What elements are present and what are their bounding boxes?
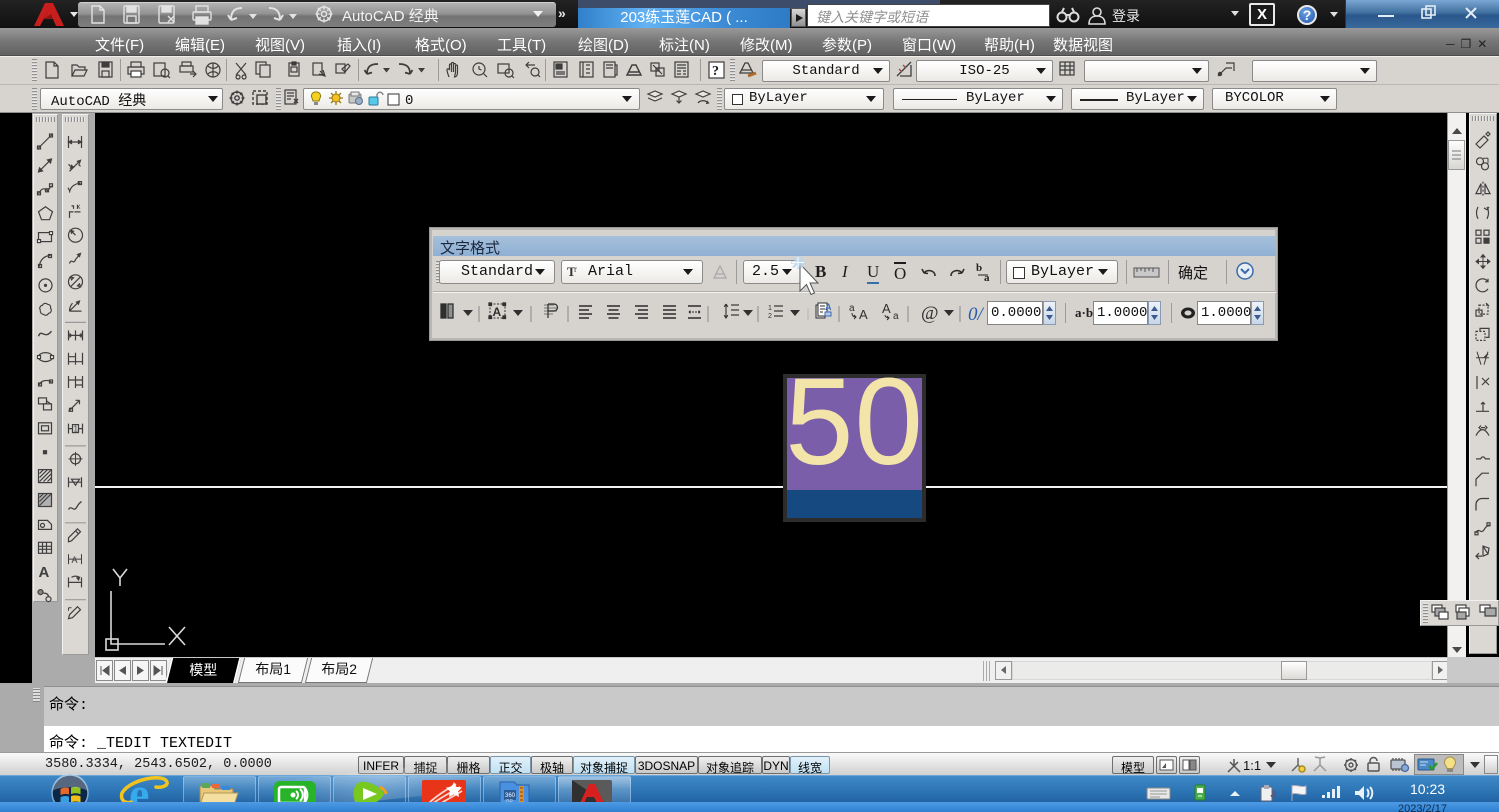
svg-text:A: A <box>493 305 502 319</box>
svg-text:b: b <box>976 262 982 274</box>
svg-text:1: 1 <box>768 305 772 312</box>
svg-text:A: A <box>39 564 50 581</box>
svg-text:2: 2 <box>768 313 772 320</box>
svg-text:X: X <box>77 205 81 211</box>
svg-text:@: @ <box>921 303 939 324</box>
svg-text:0: 0 <box>405 93 413 108</box>
svg-text:A: A <box>72 555 78 565</box>
svg-text:0/: 0/ <box>968 304 985 325</box>
svg-text:1: 1 <box>74 425 79 434</box>
svg-text:a: a <box>984 272 990 283</box>
svg-text:a: a <box>849 303 855 314</box>
svg-text:A: A <box>825 302 832 312</box>
svg-text:A: A <box>882 301 891 316</box>
svg-text:r: r <box>574 264 577 274</box>
svg-text:A: A <box>859 307 868 322</box>
svg-text:a: a <box>893 311 899 322</box>
svg-text:?: ? <box>712 64 719 79</box>
